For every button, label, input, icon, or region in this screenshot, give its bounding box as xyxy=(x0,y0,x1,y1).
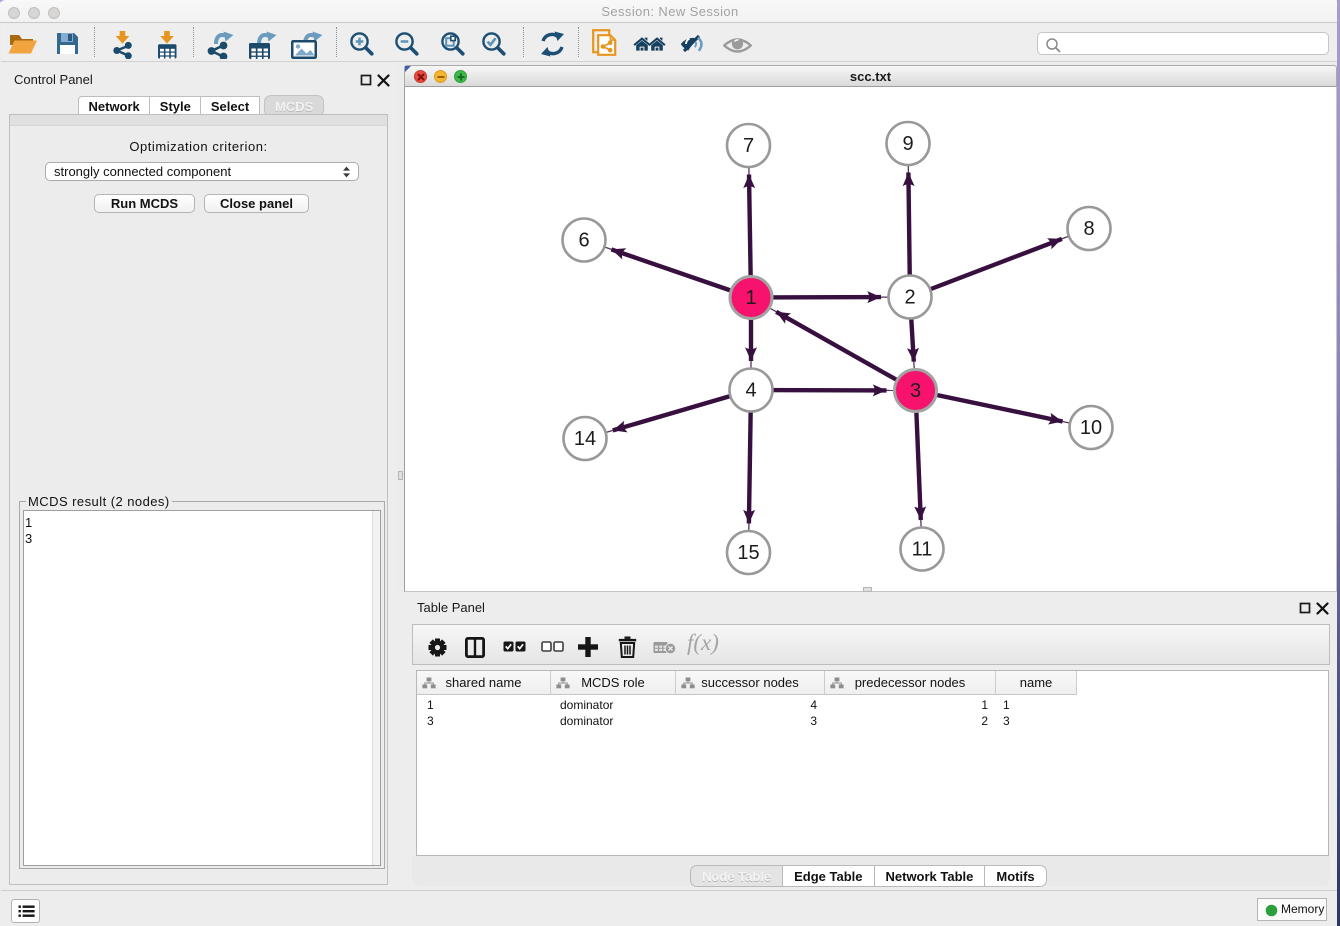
svg-text:2: 2 xyxy=(904,287,915,309)
svg-text:4: 4 xyxy=(745,380,756,402)
svg-text:9: 9 xyxy=(902,133,913,155)
svg-text:14: 14 xyxy=(574,428,596,450)
svg-text:6: 6 xyxy=(578,230,589,252)
svg-text:3: 3 xyxy=(910,380,921,402)
svg-text:1: 1 xyxy=(745,287,756,309)
svg-text:7: 7 xyxy=(743,135,754,157)
svg-text:11: 11 xyxy=(912,539,933,561)
svg-text:8: 8 xyxy=(1083,218,1094,240)
svg-text:10: 10 xyxy=(1080,417,1102,439)
svg-text:15: 15 xyxy=(737,542,759,564)
